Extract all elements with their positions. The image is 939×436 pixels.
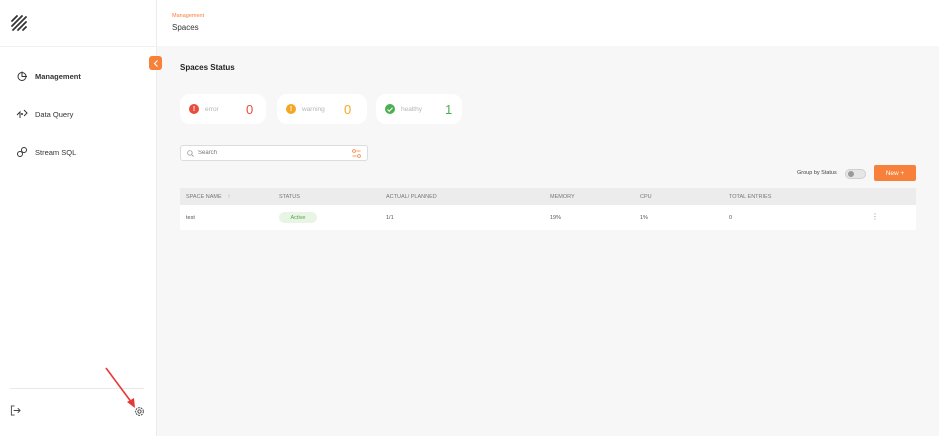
status-count: 0	[344, 101, 352, 117]
total-entries-cell: 0	[729, 215, 733, 221]
space-name-cell[interactable]: test	[186, 215, 195, 221]
row-menu-icon[interactable]: ⋮	[871, 212, 879, 221]
warning-icon: !	[286, 104, 296, 114]
status-badge: Active	[279, 212, 317, 223]
annotation-arrow	[105, 367, 135, 408]
check-icon	[385, 104, 395, 114]
logout-icon[interactable]	[10, 405, 21, 416]
status-label: healthy	[401, 105, 422, 113]
sidebar-item-data-query[interactable]: Data Query	[16, 106, 73, 122]
search-icon	[187, 149, 194, 157]
column-header-status[interactable]: STATUS	[279, 194, 300, 200]
stream-sql-icon	[17, 147, 27, 157]
sort-arrow-icon: ↑	[227, 194, 231, 200]
column-header-cpu[interactable]: CPU	[640, 194, 652, 200]
sidebar-item-label: Management	[35, 71, 81, 81]
error-icon: !	[189, 104, 199, 114]
table-row[interactable]: test Active 1/1 19% 1% 0 ⋮	[180, 205, 916, 230]
toggle-knob	[848, 171, 854, 177]
status-label: error	[205, 105, 219, 113]
collapse-sidebar-button[interactable]	[149, 56, 162, 70]
status-label: warning	[302, 105, 325, 113]
column-header-total-entries[interactable]: TOTAL ENTRIES	[729, 194, 771, 200]
management-icon	[17, 71, 27, 81]
chevron-left-icon	[153, 59, 158, 67]
column-header-space-name[interactable]: SPACE NAME ↑	[186, 194, 230, 200]
search-input[interactable]	[198, 150, 348, 156]
status-card-healthy[interactable]: healthy 1	[376, 94, 462, 124]
actual-planned-cell: 1/1	[386, 215, 394, 221]
cpu-cell: 1%	[640, 215, 648, 221]
sidebar: Management Data Query Stream SQL	[0, 0, 157, 436]
logo-icon[interactable]	[9, 13, 29, 33]
group-by-status-toggle[interactable]	[845, 169, 866, 179]
filter-icon[interactable]	[352, 149, 361, 158]
breadcrumb[interactable]: Management	[172, 13, 204, 19]
data-query-icon	[16, 109, 28, 118]
group-by-status-label: Group by Status	[797, 170, 837, 176]
table-header: SPACE NAME ↑ STATUS ACTUAL/ PLANNED MEMOR…	[180, 188, 916, 205]
memory-cell: 19%	[550, 215, 562, 221]
section-title: Spaces Status	[180, 63, 235, 72]
column-header-actual-planned[interactable]: ACTUAL/ PLANNED	[386, 194, 437, 200]
status-count: 1	[445, 101, 453, 117]
status-card-error[interactable]: ! error 0	[180, 94, 266, 124]
sidebar-item-management[interactable]: Management	[16, 68, 81, 84]
spaces-table: SPACE NAME ↑ STATUS ACTUAL/ PLANNED MEMOR…	[180, 188, 916, 230]
column-header-memory[interactable]: MEMORY	[550, 194, 575, 200]
status-card-warning[interactable]: ! warning 0	[277, 94, 367, 124]
page-title: Spaces	[172, 23, 199, 32]
sidebar-item-stream-sql[interactable]: Stream SQL	[16, 144, 76, 160]
new-space-button[interactable]: New +	[874, 165, 916, 181]
sidebar-item-label: Stream SQL	[35, 147, 77, 157]
divider	[0, 46, 157, 47]
status-count: 0	[246, 101, 254, 117]
page-header: Management Spaces	[157, 0, 939, 46]
sidebar-item-label: Data Query	[35, 109, 74, 119]
search-box	[180, 145, 368, 161]
